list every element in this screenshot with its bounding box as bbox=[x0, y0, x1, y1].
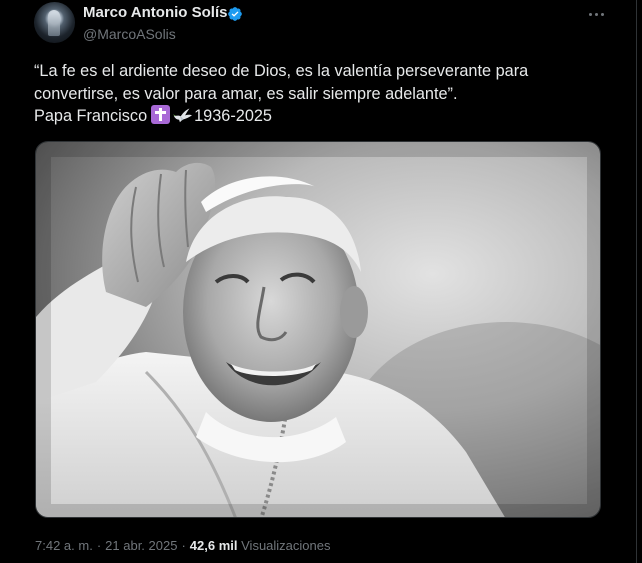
author-handle[interactable]: @MarcoASolis bbox=[83, 26, 176, 42]
tweet-header: Marco Antonio Solís @MarcoASolis bbox=[34, 2, 634, 48]
tweet-text-line-1: “La fe es el ardiente deseo de Dios, es … bbox=[34, 62, 529, 80]
dove-emoji-icon bbox=[173, 108, 193, 123]
tweet-time[interactable]: 7:42 a. m. bbox=[35, 538, 93, 553]
avatar[interactable] bbox=[34, 2, 75, 43]
tweet-meta: 7:42 a. m. · 21 abr. 2025 · 42,6 mil Visuali… bbox=[35, 538, 331, 553]
views-count[interactable]: 42,6 mil bbox=[190, 538, 238, 553]
more-options-icon[interactable] bbox=[579, 2, 613, 26]
views-label: Visualizaciones bbox=[241, 538, 331, 553]
cross-emoji-icon bbox=[151, 105, 171, 124]
tweet-date[interactable]: 21 abr. 2025 bbox=[105, 538, 177, 553]
tweet-text-line-2: convertirse, es valor para amar, es sali… bbox=[34, 84, 458, 103]
tweet-signature: Papa Francisco 1936-2025 bbox=[34, 105, 614, 128]
tweet-photo[interactable] bbox=[35, 141, 601, 518]
author-name[interactable]: Marco Antonio Solís bbox=[83, 4, 227, 21]
signature-name: Papa Francisco bbox=[34, 107, 148, 125]
meta-separator-2: · bbox=[181, 538, 186, 553]
timeline-border bbox=[636, 0, 637, 563]
tweet-text: “La fe es el ardiente deseo de Dios, es … bbox=[34, 60, 614, 128]
meta-separator: · bbox=[96, 538, 102, 553]
signature-years: 1936-2025 bbox=[194, 107, 272, 125]
verified-badge-icon bbox=[228, 7, 242, 21]
